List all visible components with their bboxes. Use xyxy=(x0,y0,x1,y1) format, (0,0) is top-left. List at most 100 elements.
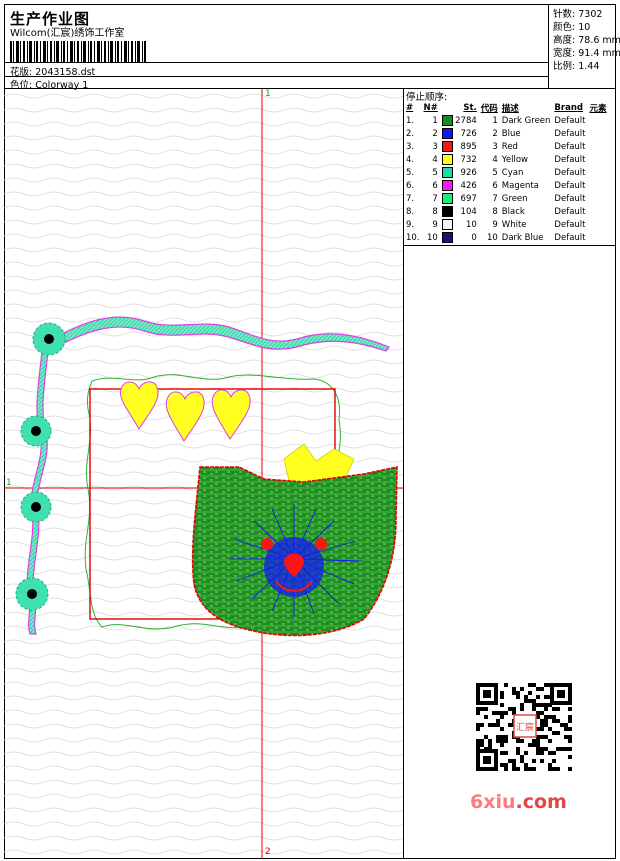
row-description: Green xyxy=(501,193,528,204)
row-index: 6. xyxy=(406,180,415,191)
row-code: 5 xyxy=(492,167,498,178)
color-swatch xyxy=(441,154,453,165)
design-canvas: 1 2 1 xyxy=(4,89,404,859)
header: 生产作业图 Wilcom(汇宸)绣饰工作室 花版: 2043158.dst 色位… xyxy=(4,4,620,91)
row-element xyxy=(587,166,608,179)
stat-scale: 比例: 1.44 xyxy=(553,58,599,72)
barcode xyxy=(10,41,146,63)
row-needle: 1 xyxy=(432,115,438,126)
color-swatch xyxy=(441,180,453,191)
row-index: 10. xyxy=(406,232,420,243)
color-swatch xyxy=(441,141,453,152)
row-brand: Default xyxy=(554,115,586,126)
row-needle: 2 xyxy=(432,128,438,139)
row-index: 3. xyxy=(406,141,415,152)
stat-colors: 颜色: 10 xyxy=(553,19,590,33)
row-index: 9. xyxy=(406,219,415,230)
row-swatch: 426 xyxy=(440,179,479,192)
row-description: Blue xyxy=(501,128,521,139)
color-swatch xyxy=(441,232,453,243)
row-description: Magenta xyxy=(501,180,539,191)
row-index: 5. xyxy=(406,167,415,178)
col-brand: Brand xyxy=(554,102,583,113)
axis-label-top: 1 xyxy=(265,89,271,99)
row-element xyxy=(587,179,608,192)
stats-box: 针数: 7302 颜色: 10 高度: 78.6 mm 宽度: 91.4 mm … xyxy=(548,4,620,89)
row-stitches: 697 xyxy=(460,194,477,204)
row-needle: 10 xyxy=(426,232,438,243)
color-table-header: # N# St. 代码 描述 Brand 元素 xyxy=(404,101,609,114)
row-stitches: 10 xyxy=(465,220,477,230)
row-swatch: 726 xyxy=(440,127,479,140)
row-element xyxy=(587,153,608,166)
row-index: 8. xyxy=(406,206,415,217)
color-row: 7. 7 697 7 Green Default xyxy=(404,192,609,205)
row-brand: Default xyxy=(554,193,586,204)
row-code: 1 xyxy=(492,115,498,126)
row-index: 4. xyxy=(406,154,415,165)
row-brand: Default xyxy=(554,206,586,217)
row-code: 9 xyxy=(492,219,498,230)
row-index: 1. xyxy=(406,115,415,126)
studio-name: Wilcom(汇宸)绣饰工作室 xyxy=(10,28,125,39)
row-swatch: 2784 xyxy=(440,114,479,127)
color-swatch xyxy=(441,219,453,230)
row-stitches: 0 xyxy=(471,233,477,243)
header-divider xyxy=(4,62,548,63)
row-needle: 8 xyxy=(432,206,438,217)
row-needle: 7 xyxy=(432,193,438,204)
row-index: 2. xyxy=(406,128,415,139)
color-row: 3. 3 895 3 Red Default xyxy=(404,140,609,153)
row-element xyxy=(587,114,608,127)
row-description: Yellow xyxy=(501,154,528,165)
color-row: 9. 9 10 9 White Default xyxy=(404,218,609,231)
row-swatch: 732 xyxy=(440,153,479,166)
row-description: White xyxy=(501,219,527,230)
flower-4 xyxy=(15,577,49,611)
row-brand: Default xyxy=(554,232,586,243)
row-needle: 5 xyxy=(432,167,438,178)
row-code: 8 xyxy=(492,206,498,217)
color-swatch xyxy=(441,128,453,139)
row-stitches: 732 xyxy=(460,155,477,165)
side-divider xyxy=(404,245,616,246)
color-swatch xyxy=(441,206,453,217)
row-code: 2 xyxy=(492,128,498,139)
row-element xyxy=(587,218,608,231)
col-needle: N# xyxy=(423,102,438,113)
stat-value: 1.44 xyxy=(578,61,600,72)
row-swatch: 104 xyxy=(440,205,479,218)
color-row: 10. 10 0 10 Dark Blue Default xyxy=(404,231,609,244)
watermark-part-a: 6xiu xyxy=(470,791,516,813)
row-brand: Default xyxy=(554,141,586,152)
row-element xyxy=(587,205,608,218)
axis-label-bottom: 2 xyxy=(265,847,271,857)
color-row: 2. 2 726 2 Blue Default xyxy=(404,127,609,140)
row-swatch: 697 xyxy=(440,192,479,205)
row-stitches: 895 xyxy=(460,142,477,152)
col-element: 元素 xyxy=(589,103,607,114)
row-brand: Default xyxy=(554,180,586,191)
row-stitches: 2784 xyxy=(455,116,477,126)
row-code: 4 xyxy=(492,154,498,165)
col-index: # xyxy=(406,102,414,113)
row-description: Black xyxy=(501,206,525,217)
color-swatch xyxy=(441,115,453,126)
row-index: 7. xyxy=(406,193,415,204)
row-swatch: 926 xyxy=(440,166,479,179)
col-stitches: St. xyxy=(463,102,477,113)
color-row: 5. 5 926 5 Cyan Default xyxy=(404,166,609,179)
row-stitches: 926 xyxy=(460,168,477,178)
row-element xyxy=(587,192,608,205)
col-code: 代码 xyxy=(480,103,498,114)
qr-stamp: 汇宸 xyxy=(516,721,534,733)
color-row: 6. 6 426 6 Magenta Default xyxy=(404,179,609,192)
row-description: Dark Blue xyxy=(501,232,544,243)
row-description: Cyan xyxy=(501,167,524,178)
color-row: 4. 4 732 4 Yellow Default xyxy=(404,153,609,166)
flower-3 xyxy=(20,491,52,523)
qr-code: 汇宸 xyxy=(470,679,578,775)
row-code: 3 xyxy=(492,141,498,152)
flower-2 xyxy=(20,415,52,447)
color-row: 1. 1 2784 1 Dark Green Default xyxy=(404,114,609,127)
